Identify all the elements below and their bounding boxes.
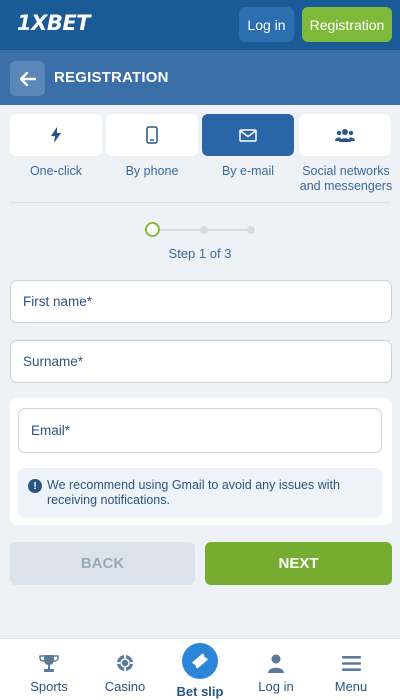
- nav-label-sports: Sports: [30, 679, 68, 694]
- step-label: Step 1 of 3: [168, 246, 232, 261]
- tab-by-email[interactable]: [202, 114, 294, 156]
- arrow-left-icon: [19, 71, 36, 86]
- step-3-indicator: [247, 226, 255, 234]
- back-step-button[interactable]: BACK: [10, 542, 195, 585]
- email-field: [18, 408, 382, 453]
- step-connector: [160, 229, 200, 231]
- login-button[interactable]: Log in: [239, 7, 294, 42]
- nav-label-menu: Menu: [334, 679, 368, 694]
- step-2-indicator: [200, 226, 208, 234]
- phone-icon: [146, 126, 158, 144]
- tab-label-one-click: One-click: [29, 164, 83, 178]
- surname-input[interactable]: [11, 341, 391, 382]
- divider: [10, 202, 390, 203]
- nav-casino[interactable]: Casino: [94, 639, 156, 700]
- nav-log-in[interactable]: Log in: [245, 639, 307, 700]
- envelope-icon: [239, 128, 257, 142]
- notice-text: We recommend using Gmail to avoid any is…: [47, 478, 340, 507]
- tab-label-social-networks: Social networks and messengers: [299, 164, 393, 193]
- brand-logo[interactable]: 1XBET: [17, 11, 91, 35]
- tab-label-by-phone: By phone: [125, 164, 179, 178]
- user-icon: [268, 654, 284, 673]
- nav-label-casino: Casino: [104, 679, 146, 694]
- info-icon: !: [28, 479, 42, 493]
- page-title: REGISTRATION: [54, 69, 169, 86]
- surname-field: [10, 340, 392, 383]
- tab-social-networks[interactable]: [299, 114, 391, 156]
- trophy-icon: [39, 654, 59, 672]
- users-icon: [335, 128, 355, 142]
- registration-button[interactable]: Registration: [302, 7, 392, 42]
- email-input[interactable]: [19, 409, 381, 452]
- step-1-indicator: [145, 222, 160, 237]
- back-button[interactable]: [10, 61, 45, 96]
- nav-label-bet-slip: Bet slip: [176, 684, 224, 699]
- next-step-button[interactable]: NEXT: [205, 542, 392, 585]
- first-name-input[interactable]: [11, 281, 391, 322]
- tab-one-click[interactable]: [10, 114, 102, 156]
- nav-sports[interactable]: Sports: [18, 639, 80, 700]
- hamburger-icon: [341, 655, 361, 671]
- first-name-field: [10, 280, 392, 323]
- ticket-icon: [192, 653, 208, 669]
- chip-icon: [117, 655, 133, 671]
- tab-label-by-email: By e-mail: [221, 164, 275, 178]
- top-bar: 1XBET Log in Registration: [0, 0, 400, 50]
- nav-label-log-in: Log in: [258, 679, 294, 694]
- lightning-icon: [51, 127, 61, 143]
- step-connector: [207, 229, 247, 231]
- bet-slip-button[interactable]: [182, 643, 218, 679]
- registration-header: REGISTRATION: [0, 50, 400, 105]
- nav-menu[interactable]: Menu: [320, 639, 382, 700]
- gmail-notice: ! We recommend using Gmail to avoid any …: [18, 468, 382, 518]
- tab-by-phone[interactable]: [106, 114, 198, 156]
